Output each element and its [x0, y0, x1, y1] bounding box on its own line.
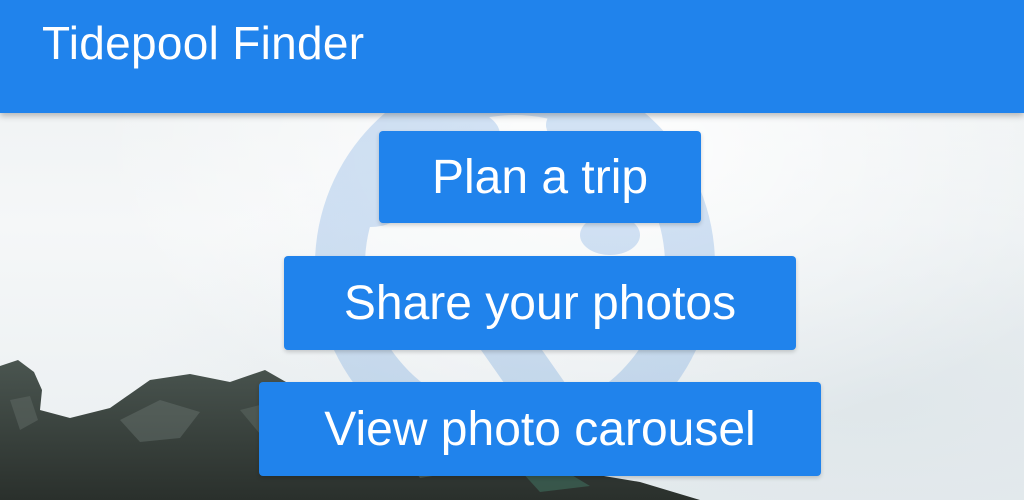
app-title: Tidepool Finder — [42, 17, 365, 69]
view-carousel-button[interactable]: View photo carousel — [259, 382, 821, 476]
share-photos-button[interactable]: Share your photos — [284, 256, 796, 350]
app-screen: Tidepool Finder Plan a trip Share your p… — [0, 0, 1024, 500]
plan-trip-button[interactable]: Plan a trip — [379, 131, 701, 223]
app-bar: Tidepool Finder — [0, 0, 1024, 113]
